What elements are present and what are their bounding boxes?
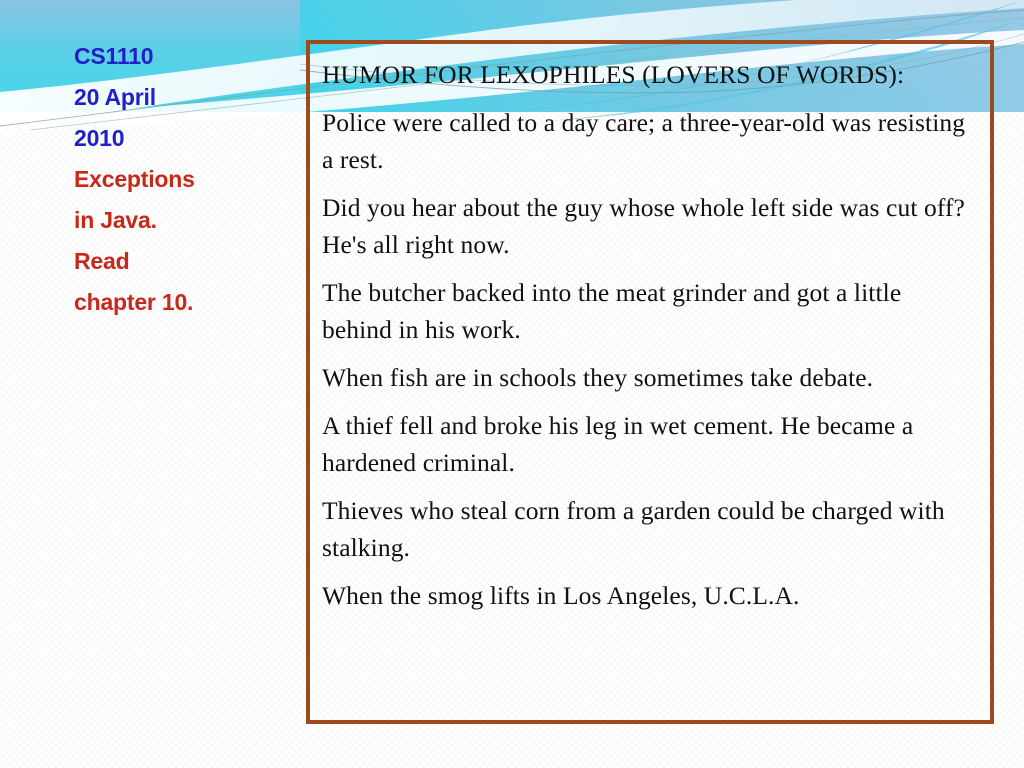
joke-line: The butcher backed into the meat grinder… [322,278,902,344]
joke-item: A thief fell and broke his leg in wet ce… [322,407,976,481]
title-line-reading-1: Read [74,248,130,274]
humor-content-box: HUMOR FOR LEXOPHILES (LOVERS OF WORDS): … [306,40,994,724]
joke-item: Police were called to a day care; a thre… [322,104,976,178]
slide-canvas: CS1110 20 April 2010 Exceptions in Java.… [0,0,1024,768]
title-line-date: 20 April [74,84,156,110]
content-heading: HUMOR FOR LEXOPHILES (LOVERS OF WORDS): [322,60,905,89]
title-line-year: 2010 [74,125,125,151]
joke-line: A thief fell and broke his leg in wet ce… [322,411,914,477]
joke-punchline: He's all right now. [322,230,510,259]
joke-item: Did you hear about the guy whose whole l… [322,189,976,263]
title-line-reading-2: chapter 10. [74,289,194,315]
joke-item: The butcher backed into the meat grinder… [322,274,976,348]
joke-line: Police were called to a day care; a thre… [322,108,966,174]
joke-line: When fish are in schools they sometimes … [322,363,874,392]
joke-line: Did you hear about the guy whose whole l… [322,193,965,222]
joke-item: When the smog lifts in Los Angeles, U.C.… [322,577,976,614]
joke-item: When fish are in schools they sometimes … [322,359,976,396]
joke-line: Thieves who steal corn from a garden cou… [322,496,945,562]
slide-title-block: CS1110 20 April 2010 Exceptions in Java.… [74,36,284,323]
joke-line: When the smog lifts in Los Angeles, U.C.… [322,581,800,610]
title-line-topic-2: in Java. [74,207,157,233]
title-line-topic-1: Exceptions [74,166,195,192]
joke-item: Thieves who steal corn from a garden cou… [322,492,976,566]
title-line-course: CS1110 [74,43,154,69]
